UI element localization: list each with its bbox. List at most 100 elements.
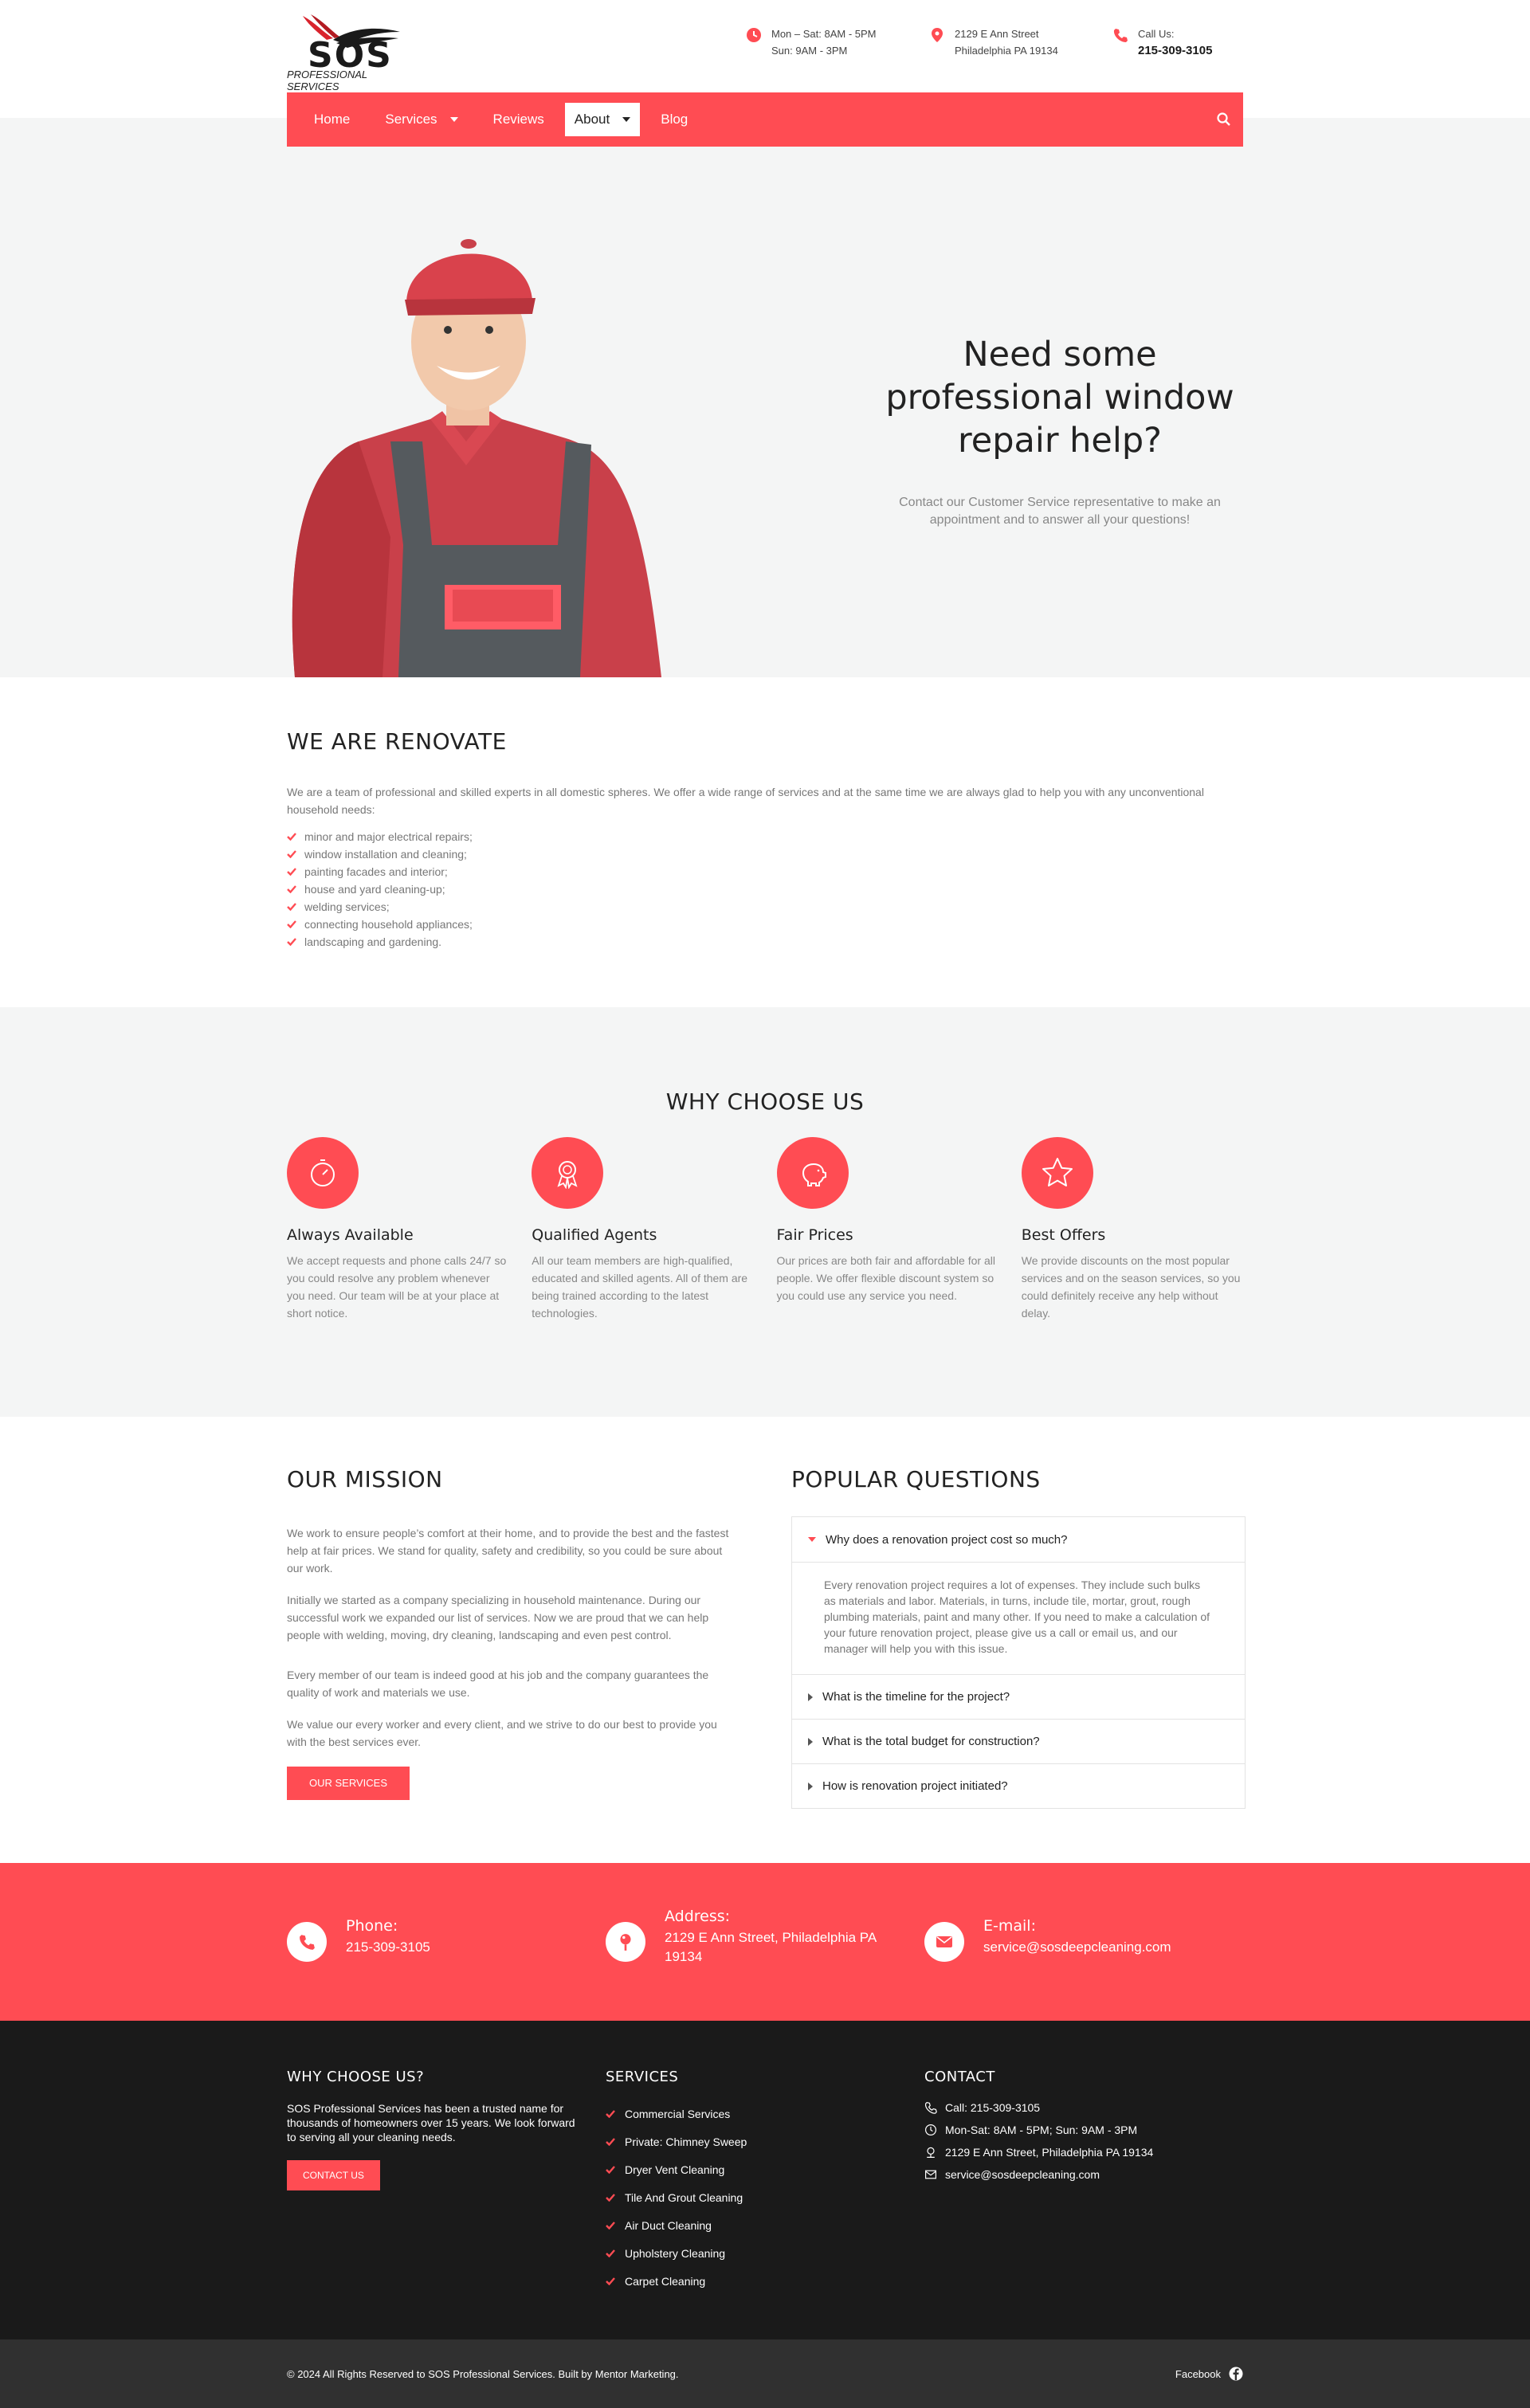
- site-logo[interactable]: SOS PROFESSIONAL SERVICES: [287, 8, 422, 92]
- caret-right-icon: [808, 1692, 813, 1701]
- about-section: WE ARE RENOVATE We are a team of profess…: [0, 677, 1530, 1007]
- contact-phone: Phone: 215-309-3105: [287, 1917, 606, 1967]
- check-icon: [287, 885, 296, 893]
- faq-question[interactable]: How is renovation project initiated?: [792, 1763, 1245, 1808]
- faq-question[interactable]: What is the total budget for constructio…: [792, 1719, 1245, 1763]
- mission-paragraph: Every member of our team is indeed good …: [287, 1669, 709, 1699]
- feature-title: Qualified Agents: [532, 1226, 657, 1244]
- footer-heading: SERVICES: [606, 2069, 679, 2085]
- award-icon: [557, 1161, 578, 1189]
- mission-section: OUR MISSION We work to ensure people’s c…: [287, 1417, 1246, 1863]
- nav-services[interactable]: Services: [367, 103, 475, 136]
- feature-card: Best Offers We provide discounts on the …: [1021, 1137, 1243, 1322]
- address-line-1: 2129 E Ann Street: [955, 28, 1039, 40]
- hero-section: Need some professional window repair hel…: [0, 118, 1530, 677]
- faq-answer: Every renovation project requires a lot …: [792, 1562, 1245, 1674]
- clock-icon: [747, 28, 761, 42]
- nav-about[interactable]: About: [564, 103, 641, 136]
- feature-card: Always Available We accept requests and …: [287, 1137, 508, 1322]
- check-icon: [606, 2277, 615, 2285]
- chevron-down-icon: [449, 117, 458, 122]
- search-icon[interactable]: [1216, 112, 1232, 127]
- faq-question-label: How is renovation project initiated?: [822, 1779, 1008, 1793]
- list-item: connecting household appliances;: [287, 916, 1243, 933]
- check-icon: [606, 2109, 615, 2118]
- list-item-label: house and yard cleaning-up;: [304, 883, 445, 896]
- faq-question-open[interactable]: Why does a renovation project cost so mu…: [792, 1517, 1245, 1562]
- contact-label: E-mail:: [983, 1917, 1036, 1935]
- contact-label: Phone:: [346, 1917, 398, 1935]
- contact-value[interactable]: 215-309-3105: [346, 1938, 430, 1957]
- map-pin-icon: [620, 1934, 631, 1951]
- footer-contact-item[interactable]: service@sosdeepcleaning.com: [924, 2163, 1243, 2186]
- feature-text: We accept requests and phone calls 24/7 …: [287, 1254, 507, 1320]
- nav-blog[interactable]: Blog: [643, 103, 705, 136]
- nav-home[interactable]: Home: [296, 103, 367, 136]
- nav-reviews[interactable]: Reviews: [476, 103, 562, 136]
- footer-service-label: Air Duct Cleaning: [625, 2218, 712, 2232]
- list-item: minor and major electrical repairs;: [287, 828, 1243, 845]
- caret-right-icon: [808, 1737, 813, 1746]
- hero-title: Need some professional window repair hel…: [885, 335, 1234, 461]
- footer-service-label: Tile And Grout Cleaning: [625, 2190, 743, 2204]
- section-title: POPULAR QUESTIONS: [791, 1466, 1041, 1492]
- list-item: house and yard cleaning-up;: [287, 880, 1243, 898]
- copyright-text: © 2024 All Rights Reserved to SOS Profes…: [287, 2367, 679, 2380]
- footer-contact-label: Call: 215-309-3105: [945, 2101, 1041, 2114]
- footer-service-link[interactable]: Commercial Services: [606, 2100, 924, 2128]
- list-item-label: welding services;: [304, 900, 390, 913]
- list-item: painting facades and interior;: [287, 863, 1243, 880]
- address-info: 2129 E Ann Street Philadelphia PA 19134: [929, 25, 1058, 59]
- footer-contact-label: Mon-Sat: 8AM - 5PM; Sun: 9AM - 3PM: [945, 2124, 1138, 2136]
- list-item: welding services;: [287, 898, 1243, 916]
- footer-contact-item[interactable]: Call: 215-309-3105: [924, 2096, 1243, 2119]
- star-icon: [1042, 1158, 1073, 1186]
- section-title: WHY CHOOSE US: [665, 1088, 865, 1115]
- footer-contact-label: 2129 E Ann Street, Philadelphia PA 19134: [945, 2146, 1154, 2159]
- call-info[interactable]: Call Us: 215-309-3105: [1112, 25, 1212, 59]
- check-icon: [606, 2137, 615, 2146]
- our-services-button[interactable]: OUR SERVICES: [287, 1767, 410, 1800]
- caret-down-icon: [808, 1537, 816, 1542]
- facebook-icon: [1229, 2367, 1243, 2381]
- footer-service-label: Carpet Cleaning: [625, 2274, 706, 2288]
- footer-service-link[interactable]: Tile And Grout Cleaning: [606, 2183, 924, 2211]
- feature-card: Qualified Agents All our team members ar…: [532, 1137, 753, 1322]
- about-lead: We are a team of professional and skille…: [287, 786, 1204, 816]
- list-item-label: connecting household appliances;: [304, 918, 473, 931]
- mission-column: OUR MISSION We work to ensure people’s c…: [287, 1466, 739, 1863]
- worker-photo: [292, 239, 661, 677]
- nav-services-label: Services: [385, 112, 437, 127]
- contact-us-button[interactable]: CONTACT US: [287, 2160, 380, 2190]
- faq-question-label: What is the timeline for the project?: [822, 1690, 1010, 1704]
- footer-service-link[interactable]: Air Duct Cleaning: [606, 2211, 924, 2239]
- facebook-label: Facebook: [1175, 2367, 1221, 2380]
- footer-service-link[interactable]: Dryer Vent Cleaning: [606, 2155, 924, 2183]
- site-footer: WHY CHOOSE US? SOS Professional Services…: [0, 2021, 1530, 2339]
- call-label: Call Us:: [1138, 28, 1175, 40]
- envelope-icon: [936, 1936, 952, 1947]
- footer-service-link[interactable]: Carpet Cleaning: [606, 2267, 924, 2295]
- feature-text: Our prices are both fair and affordable …: [776, 1254, 995, 1302]
- feature-title: Fair Prices: [776, 1226, 853, 1244]
- check-icon: [287, 938, 296, 946]
- contact-value[interactable]: service@sosdeepcleaning.com: [983, 1938, 1171, 1957]
- call-number[interactable]: 215-309-3105: [1138, 44, 1212, 57]
- feature-card: Fair Prices Our prices are both fair and…: [776, 1137, 998, 1322]
- check-icon: [287, 920, 296, 928]
- phone-icon: [300, 1935, 315, 1950]
- hero-text: Contact our Customer Service representat…: [899, 496, 1221, 527]
- list-item-label: minor and major electrical repairs;: [304, 830, 473, 843]
- footer-service-link[interactable]: Private: Chimney Sweep: [606, 2128, 924, 2155]
- feature-title: Best Offers: [1021, 1226, 1106, 1244]
- facebook-link[interactable]: Facebook: [1175, 2367, 1243, 2381]
- logo-subtitle: PROFESSIONAL SERVICES: [287, 69, 367, 92]
- faq-question[interactable]: What is the timeline for the project?: [792, 1674, 1245, 1719]
- footer-contact: CONTACT Call: 215-309-3105 Mon-Sat: 8AM …: [924, 2069, 1243, 2295]
- footer-service-link[interactable]: Upholstery Cleaning: [606, 2239, 924, 2267]
- check-icon: [287, 903, 296, 911]
- footer-service-label: Commercial Services: [625, 2107, 731, 2120]
- services-checklist: minor and major electrical repairs; wind…: [287, 828, 1243, 951]
- check-icon: [606, 2193, 615, 2202]
- footer-contact-label: service@sosdeepcleaning.com: [945, 2168, 1100, 2181]
